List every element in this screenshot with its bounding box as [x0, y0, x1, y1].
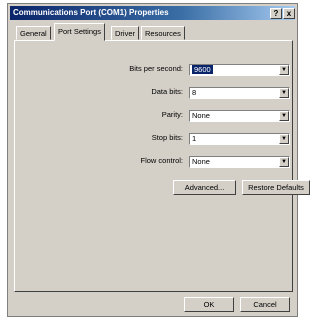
chevron-down-icon[interactable]: ▼: [279, 88, 289, 98]
data-bits-select[interactable]: 8 ▼: [189, 87, 290, 99]
tab-resources[interactable]: Resources: [141, 26, 185, 40]
ok-button[interactable]: OK: [184, 297, 234, 312]
stop-bits-select[interactable]: 1 ▼: [189, 133, 290, 145]
chevron-down-icon[interactable]: ▼: [279, 134, 289, 144]
bits-per-second-select[interactable]: 9600 ▼: [189, 64, 290, 76]
bits-per-second-label: Bits per second:: [129, 64, 183, 73]
stop-bits-label: Stop bits:: [151, 133, 183, 142]
chevron-down-icon[interactable]: ▼: [279, 157, 289, 167]
stop-bits-value: 1: [192, 134, 197, 143]
cancel-button[interactable]: Cancel: [240, 297, 290, 312]
properties-dialog: Communications Port (COM1) Properties ? …: [7, 3, 310, 317]
chevron-down-icon[interactable]: ▼: [279, 65, 289, 75]
tab-general[interactable]: General: [16, 26, 51, 40]
close-button[interactable]: x: [283, 8, 295, 19]
parity-label: Parity:: [161, 110, 183, 119]
flow-control-value: None: [192, 157, 210, 166]
parity-value: None: [192, 111, 210, 120]
tab-driver[interactable]: Driver: [111, 26, 139, 40]
bits-per-second-value: 9600: [192, 65, 213, 74]
parity-select[interactable]: None ▼: [189, 110, 290, 122]
title-bar: Communications Port (COM1) Properties: [10, 6, 295, 20]
data-bits-label: Data bits:: [151, 87, 183, 96]
flow-control-select[interactable]: None ▼: [189, 156, 290, 168]
chevron-down-icon[interactable]: ▼: [279, 111, 289, 121]
help-button[interactable]: ?: [270, 8, 282, 19]
port-settings-panel: Bits per second: 9600 ▼ Data bits: 8 ▼ P…: [14, 40, 310, 292]
tab-port-settings[interactable]: Port Settings: [54, 23, 105, 41]
restore-defaults-button[interactable]: Restore Defaults: [242, 180, 310, 195]
flow-control-label: Flow control:: [140, 156, 183, 165]
advanced-button[interactable]: Advanced...: [173, 180, 236, 195]
data-bits-value: 8: [192, 88, 197, 97]
window-title: Communications Port (COM1) Properties: [13, 8, 169, 17]
